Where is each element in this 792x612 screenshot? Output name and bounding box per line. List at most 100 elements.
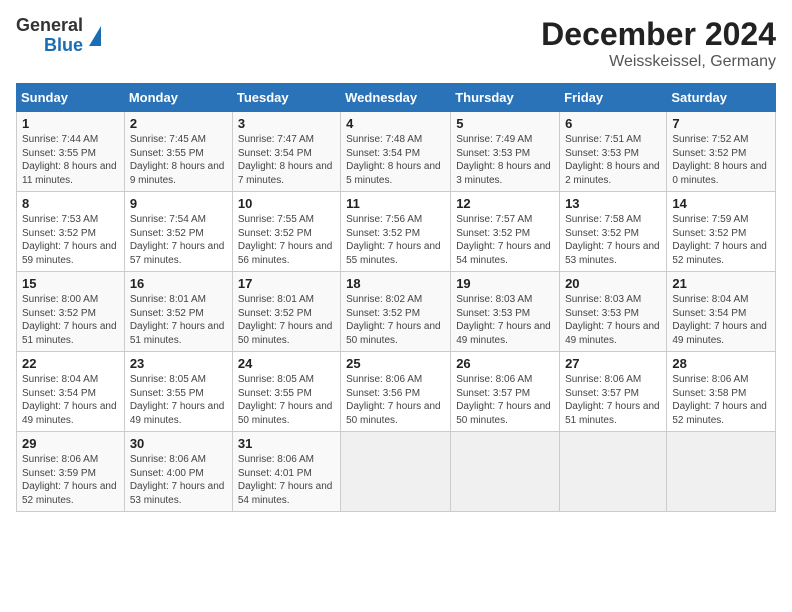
weekday-header-saturday: Saturday xyxy=(667,84,776,112)
calendar-cell: 19 Sunrise: 8:03 AM Sunset: 3:53 PM Dayli… xyxy=(451,272,560,352)
day-info: Sunrise: 7:54 AM Sunset: 3:52 PM Dayligh… xyxy=(130,213,227,267)
day-number: 13 xyxy=(565,196,661,211)
day-number: 9 xyxy=(130,196,227,211)
day-info: Sunrise: 8:04 AM Sunset: 3:54 PM Dayligh… xyxy=(22,373,119,427)
calendar-cell: 4 Sunrise: 7:48 AM Sunset: 3:54 PM Daylig… xyxy=(341,112,451,192)
day-number: 30 xyxy=(130,436,227,451)
calendar-cell: 24 Sunrise: 8:05 AM Sunset: 3:55 PM Dayli… xyxy=(232,352,340,432)
calendar-week-row: 1 Sunrise: 7:44 AM Sunset: 3:55 PM Daylig… xyxy=(17,112,776,192)
calendar-week-row: 15 Sunrise: 8:00 AM Sunset: 3:52 PM Dayli… xyxy=(17,272,776,352)
calendar-table: SundayMondayTuesdayWednesdayThursdayFrid… xyxy=(16,83,776,512)
day-number: 18 xyxy=(346,276,445,291)
day-info: Sunrise: 8:06 AM Sunset: 3:59 PM Dayligh… xyxy=(22,453,119,507)
page-title: December 2024 xyxy=(541,16,776,53)
calendar-cell: 29 Sunrise: 8:06 AM Sunset: 3:59 PM Dayli… xyxy=(17,432,125,512)
day-number: 25 xyxy=(346,356,445,371)
logo-blue: Blue xyxy=(44,36,83,56)
day-info: Sunrise: 8:04 AM Sunset: 3:54 PM Dayligh… xyxy=(672,293,770,347)
day-number: 5 xyxy=(456,116,554,131)
day-number: 2 xyxy=(130,116,227,131)
calendar-week-row: 8 Sunrise: 7:53 AM Sunset: 3:52 PM Daylig… xyxy=(17,192,776,272)
day-info: Sunrise: 7:51 AM Sunset: 3:53 PM Dayligh… xyxy=(565,133,661,187)
day-info: Sunrise: 7:44 AM Sunset: 3:55 PM Dayligh… xyxy=(22,133,119,187)
calendar-cell: 28 Sunrise: 8:06 AM Sunset: 3:58 PM Dayli… xyxy=(667,352,776,432)
page-header: General Blue December 2024 Weisskeissel,… xyxy=(16,16,776,71)
calendar-week-row: 22Sunrise: 8:04 AM Sunset: 3:54 PM Dayli… xyxy=(17,352,776,432)
page-subtitle: Weisskeissel, Germany xyxy=(541,53,776,71)
day-info: Sunrise: 8:01 AM Sunset: 3:52 PM Dayligh… xyxy=(238,293,335,347)
calendar-week-row: 29 Sunrise: 8:06 AM Sunset: 3:59 PM Dayli… xyxy=(17,432,776,512)
day-number: 27 xyxy=(565,356,661,371)
day-info: Sunrise: 8:06 AM Sunset: 3:57 PM Dayligh… xyxy=(456,373,554,427)
day-number: 21 xyxy=(672,276,770,291)
day-info: Sunrise: 8:00 AM Sunset: 3:52 PM Dayligh… xyxy=(22,293,119,347)
day-number: 8 xyxy=(22,196,119,211)
day-number: 6 xyxy=(565,116,661,131)
day-info: Sunrise: 7:55 AM Sunset: 3:52 PM Dayligh… xyxy=(238,213,335,267)
calendar-cell: 27Sunrise: 8:06 AM Sunset: 3:57 PM Dayli… xyxy=(560,352,667,432)
day-info: Sunrise: 8:03 AM Sunset: 3:53 PM Dayligh… xyxy=(456,293,554,347)
day-info: Sunrise: 8:06 AM Sunset: 4:01 PM Dayligh… xyxy=(238,453,335,507)
calendar-cell: 17 Sunrise: 8:01 AM Sunset: 3:52 PM Dayli… xyxy=(232,272,340,352)
day-number: 31 xyxy=(238,436,335,451)
day-info: Sunrise: 7:59 AM Sunset: 3:52 PM Dayligh… xyxy=(672,213,770,267)
calendar-cell: 14 Sunrise: 7:59 AM Sunset: 3:52 PM Dayli… xyxy=(667,192,776,272)
day-info: Sunrise: 8:05 AM Sunset: 3:55 PM Dayligh… xyxy=(130,373,227,427)
calendar-cell: 21 Sunrise: 8:04 AM Sunset: 3:54 PM Dayli… xyxy=(667,272,776,352)
calendar-cell: 13 Sunrise: 7:58 AM Sunset: 3:52 PM Dayli… xyxy=(560,192,667,272)
calendar-cell: 6 Sunrise: 7:51 AM Sunset: 3:53 PM Daylig… xyxy=(560,112,667,192)
day-info: Sunrise: 8:06 AM Sunset: 3:58 PM Dayligh… xyxy=(672,373,770,427)
weekday-header-tuesday: Tuesday xyxy=(232,84,340,112)
day-number: 23 xyxy=(130,356,227,371)
day-number: 15 xyxy=(22,276,119,291)
calendar-cell xyxy=(451,432,560,512)
title-block: December 2024 Weisskeissel, Germany xyxy=(541,16,776,71)
day-number: 28 xyxy=(672,356,770,371)
weekday-header-monday: Monday xyxy=(124,84,232,112)
day-number: 26 xyxy=(456,356,554,371)
day-info: Sunrise: 7:58 AM Sunset: 3:52 PM Dayligh… xyxy=(565,213,661,267)
calendar-cell: 12 Sunrise: 7:57 AM Sunset: 3:52 PM Dayli… xyxy=(451,192,560,272)
calendar-cell: 18 Sunrise: 8:02 AM Sunset: 3:52 PM Dayli… xyxy=(341,272,451,352)
day-number: 3 xyxy=(238,116,335,131)
day-number: 12 xyxy=(456,196,554,211)
weekday-header-wednesday: Wednesday xyxy=(341,84,451,112)
day-info: Sunrise: 7:57 AM Sunset: 3:52 PM Dayligh… xyxy=(456,213,554,267)
calendar-cell: 7 Sunrise: 7:52 AM Sunset: 3:52 PM Daylig… xyxy=(667,112,776,192)
day-number: 7 xyxy=(672,116,770,131)
calendar-cell: 5 Sunrise: 7:49 AM Sunset: 3:53 PM Daylig… xyxy=(451,112,560,192)
day-info: Sunrise: 8:02 AM Sunset: 3:52 PM Dayligh… xyxy=(346,293,445,347)
day-info: Sunrise: 7:56 AM Sunset: 3:52 PM Dayligh… xyxy=(346,213,445,267)
day-info: Sunrise: 8:05 AM Sunset: 3:55 PM Dayligh… xyxy=(238,373,335,427)
day-info: Sunrise: 8:06 AM Sunset: 4:00 PM Dayligh… xyxy=(130,453,227,507)
calendar-cell xyxy=(341,432,451,512)
logo-general: General xyxy=(16,16,83,36)
day-info: Sunrise: 7:48 AM Sunset: 3:54 PM Dayligh… xyxy=(346,133,445,187)
day-number: 14 xyxy=(672,196,770,211)
logo: General Blue xyxy=(16,16,101,56)
calendar-cell: 22Sunrise: 8:04 AM Sunset: 3:54 PM Dayli… xyxy=(17,352,125,432)
day-number: 29 xyxy=(22,436,119,451)
day-info: Sunrise: 7:49 AM Sunset: 3:53 PM Dayligh… xyxy=(456,133,554,187)
day-info: Sunrise: 7:53 AM Sunset: 3:52 PM Dayligh… xyxy=(22,213,119,267)
day-number: 24 xyxy=(238,356,335,371)
day-number: 10 xyxy=(238,196,335,211)
day-number: 19 xyxy=(456,276,554,291)
calendar-cell: 25 Sunrise: 8:06 AM Sunset: 3:56 PM Dayli… xyxy=(341,352,451,432)
calendar-cell: 15 Sunrise: 8:00 AM Sunset: 3:52 PM Dayli… xyxy=(17,272,125,352)
weekday-header-friday: Friday xyxy=(560,84,667,112)
day-number: 1 xyxy=(22,116,119,131)
calendar-cell: 16Sunrise: 8:01 AM Sunset: 3:52 PM Dayli… xyxy=(124,272,232,352)
day-number: 17 xyxy=(238,276,335,291)
weekday-header-sunday: Sunday xyxy=(17,84,125,112)
day-number: 4 xyxy=(346,116,445,131)
calendar-cell: 3Sunrise: 7:47 AM Sunset: 3:54 PM Daylig… xyxy=(232,112,340,192)
calendar-cell: 26 Sunrise: 8:06 AM Sunset: 3:57 PM Dayli… xyxy=(451,352,560,432)
day-info: Sunrise: 8:01 AM Sunset: 3:52 PM Dayligh… xyxy=(130,293,227,347)
calendar-header-row: SundayMondayTuesdayWednesdayThursdayFrid… xyxy=(17,84,776,112)
day-info: Sunrise: 7:52 AM Sunset: 3:52 PM Dayligh… xyxy=(672,133,770,187)
day-number: 11 xyxy=(346,196,445,211)
day-info: Sunrise: 8:06 AM Sunset: 3:56 PM Dayligh… xyxy=(346,373,445,427)
calendar-cell: 20Sunrise: 8:03 AM Sunset: 3:53 PM Dayli… xyxy=(560,272,667,352)
calendar-cell: 31 Sunrise: 8:06 AM Sunset: 4:01 PM Dayli… xyxy=(232,432,340,512)
